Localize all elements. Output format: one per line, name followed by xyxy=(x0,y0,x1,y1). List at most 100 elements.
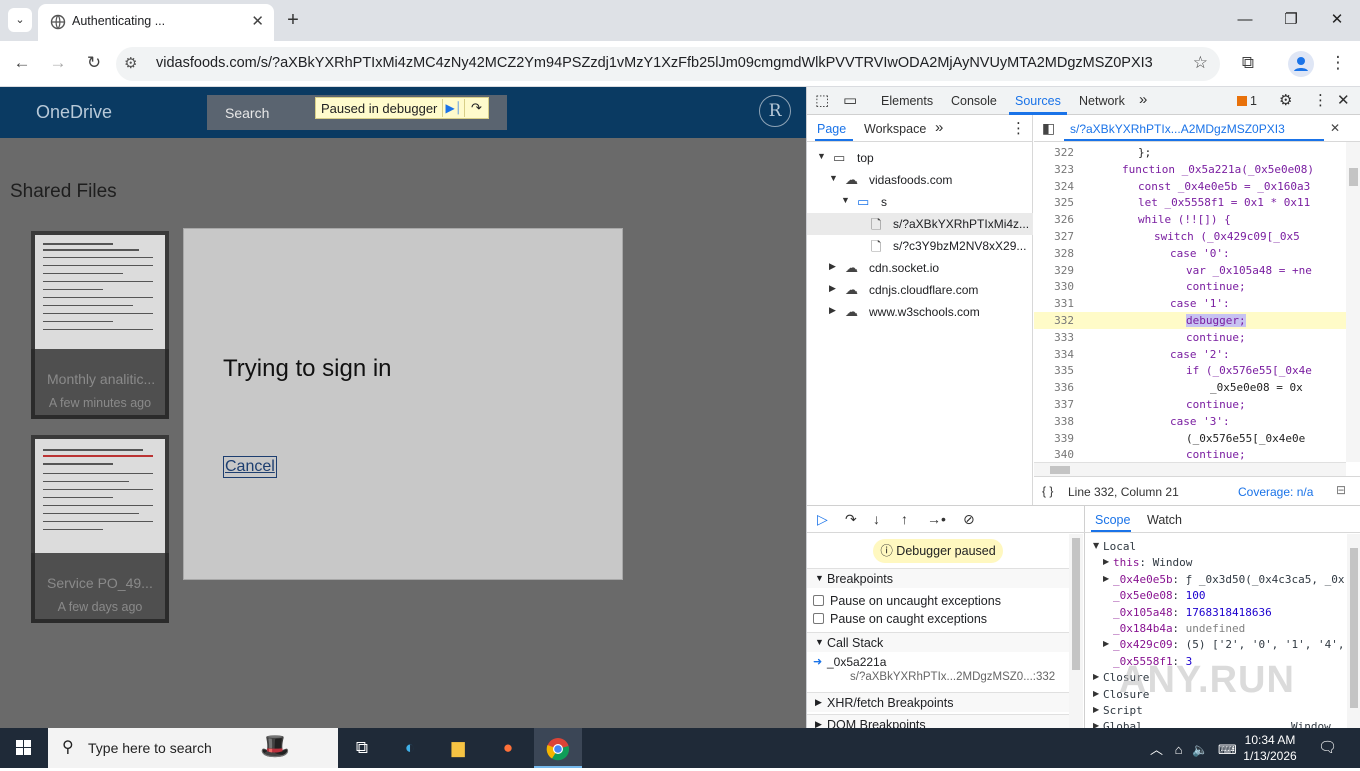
toggle-navigator-icon[interactable]: ◧ xyxy=(1042,120,1055,137)
browser-tab[interactable]: Authenticating ... ✕ xyxy=(38,4,274,41)
tree-item-file[interactable]: 🗋 s/?c3Y9bzM2NV8xX29... xyxy=(807,235,1033,257)
back-button[interactable]: ← xyxy=(8,49,36,77)
taskbar-clock[interactable]: 10:34 AM 1/13/2026 xyxy=(1232,732,1308,764)
line-number[interactable]: 330 xyxy=(1034,280,1074,293)
tab-watch[interactable]: Watch xyxy=(1147,513,1182,527)
code-line[interactable]: 334 case '2': xyxy=(1034,346,1346,363)
forward-button[interactable]: → xyxy=(44,49,72,77)
profile-avatar[interactable] xyxy=(1288,51,1314,77)
onedrive-logo[interactable]: OneDrive xyxy=(36,102,112,123)
scroll-thumb[interactable] xyxy=(1349,168,1358,186)
firefox-icon[interactable]: ● xyxy=(484,728,532,768)
volume-icon[interactable]: 🔈 xyxy=(1192,742,1208,757)
address-bar[interactable]: ⚙ vidasfoods.com/s/?aXBkYXRhPTIxMi4zMC4z… xyxy=(116,47,1220,81)
navigator-menu-icon[interactable]: ⋮ xyxy=(1011,119,1026,137)
taskbar-search-input[interactable]: ⚲ Type here to search 🎩 xyxy=(48,728,338,768)
scroll-thumb[interactable] xyxy=(1350,548,1358,708)
line-number[interactable]: 328 xyxy=(1034,247,1074,260)
xhr-breakpoints-section[interactable]: ▶ XHR/fetch Breakpoints xyxy=(807,692,1069,712)
code-line[interactable]: 326 while (!![]) { xyxy=(1034,211,1346,228)
line-number[interactable]: 326 xyxy=(1034,213,1074,226)
reload-button[interactable]: ↻ xyxy=(80,49,108,77)
tree-item-domain[interactable]: ▶ ☁ cdnjs.cloudflare.com xyxy=(807,279,1033,301)
code-line[interactable]: 338 case '3': xyxy=(1034,413,1346,430)
resume-icon[interactable]: ▶⏐ xyxy=(442,99,464,117)
settings-gear-icon[interactable]: ⚙ xyxy=(1279,91,1292,109)
call-stack-section[interactable]: ▼ Call Stack xyxy=(807,632,1069,652)
tree-item-top[interactable]: ▼ ▭ top xyxy=(807,147,1033,169)
code-editor[interactable]: 322}; 323 function _0x5a221a(_0x5e0e08) 324… xyxy=(1034,142,1346,462)
breakpoints-section[interactable]: ▼ Breakpoints xyxy=(807,568,1069,588)
line-number[interactable]: 324 xyxy=(1034,180,1074,193)
window-close-button[interactable]: ✕ xyxy=(1314,6,1360,34)
file-card[interactable]: Monthly analitic... A few minutes ago xyxy=(31,231,169,419)
scroll-thumb[interactable] xyxy=(1050,466,1070,474)
inspect-element-icon[interactable]: ⬚ xyxy=(815,91,829,109)
notification-icon[interactable]: 🗨 xyxy=(1318,738,1337,756)
vertical-scrollbar[interactable] xyxy=(1347,534,1360,729)
line-number[interactable]: 329 xyxy=(1034,264,1074,277)
scope-entry[interactable]: ▶ Script xyxy=(1085,702,1347,718)
tree-item-file[interactable]: 🗋 s/?aXBkYXRhPTIxMi4z... xyxy=(807,213,1033,235)
bookmark-star-icon[interactable]: ☆ xyxy=(1193,53,1208,73)
step-out-icon[interactable]: ↑ xyxy=(901,511,908,527)
maximize-button[interactable]: ❐ xyxy=(1268,6,1314,34)
scope-entry[interactable]: ▶ _0x4e0e5b ƒ _0x3d50(_0x4c3ca5, _0x: xyxy=(1085,571,1347,587)
scope-entry[interactable]: _0x184b4a undefined: xyxy=(1085,620,1347,636)
coverage-status[interactable]: Coverage: n/a xyxy=(1238,485,1313,499)
scope-entry[interactable]: ▶ this Window: xyxy=(1085,554,1347,570)
scope-entry[interactable]: ▼ Local xyxy=(1085,538,1347,554)
file-explorer-icon[interactable]: ▆ xyxy=(434,728,482,768)
new-tab-button[interactable]: + xyxy=(282,9,304,31)
step-into-icon[interactable]: ↓ xyxy=(873,511,880,527)
edge-icon[interactable]: ◐ xyxy=(386,728,434,768)
pause-caught-checkbox[interactable]: Pause on caught exceptions xyxy=(813,612,987,626)
resume-icon[interactable]: ▷ xyxy=(817,511,828,528)
line-number[interactable]: 339 xyxy=(1034,432,1074,445)
code-line[interactable]: 340 continue; xyxy=(1034,446,1346,462)
line-number[interactable]: 327 xyxy=(1034,230,1074,243)
code-line[interactable]: 327 switch (_0x429c09[_0x5 xyxy=(1034,228,1346,245)
step-over-icon[interactable]: ↷ xyxy=(464,99,488,117)
task-view-icon[interactable]: ⧉ xyxy=(338,728,386,768)
tray-chevron-icon[interactable]: ︿ xyxy=(1150,742,1163,757)
avatar[interactable]: R xyxy=(759,95,791,127)
chrome-taskbar-icon[interactable] xyxy=(534,728,582,768)
line-number[interactable]: 337 xyxy=(1034,398,1074,411)
tab-close-icon[interactable]: ✕ xyxy=(251,12,264,30)
code-line[interactable]: 336 _0x5e0e08 = 0x xyxy=(1034,379,1346,396)
line-number[interactable]: 333 xyxy=(1034,331,1074,344)
site-info-icon[interactable]: ⚙ xyxy=(124,54,137,72)
tree-item-domain[interactable]: ▶ ☁ www.w3schools.com xyxy=(807,301,1033,323)
line-number[interactable]: 332 xyxy=(1034,314,1074,327)
extensions-icon[interactable]: ⧉ xyxy=(1234,49,1262,77)
line-number[interactable]: 325 xyxy=(1034,196,1074,209)
line-number[interactable]: 336 xyxy=(1034,381,1074,394)
tab-sources[interactable]: Sources xyxy=(1015,94,1061,108)
vertical-scrollbar[interactable] xyxy=(1346,142,1360,462)
code-line[interactable]: 328 case '0': xyxy=(1034,245,1346,262)
chrome-menu-icon[interactable]: ⋮ xyxy=(1324,49,1352,77)
scope-entry[interactable]: ▶ _0x429c09 (5) ['2', '0', '1', '4',: xyxy=(1085,636,1347,652)
code-line[interactable]: 337 continue; xyxy=(1034,396,1346,413)
pause-uncaught-checkbox[interactable]: Pause on uncaught exceptions xyxy=(813,594,1001,608)
code-line[interactable]: 330 continue; xyxy=(1034,278,1346,295)
line-number[interactable]: 322 xyxy=(1034,146,1074,159)
device-toolbar-icon[interactable]: ▭ xyxy=(843,91,857,109)
code-line[interactable]: 322}; xyxy=(1034,144,1346,161)
code-line[interactable]: 329 var _0x105a48 = +ne xyxy=(1034,262,1346,279)
minimize-button[interactable]: — xyxy=(1222,6,1268,34)
tree-item-domain[interactable]: ▼ ☁ vidasfoods.com xyxy=(807,169,1033,191)
tab-network[interactable]: Network xyxy=(1079,94,1125,108)
tab-workspace[interactable]: Workspace xyxy=(864,122,926,136)
devtools-menu-icon[interactable]: ⋮ xyxy=(1313,91,1328,109)
devtools-close-icon[interactable]: ✕ xyxy=(1337,91,1350,109)
line-number[interactable]: 338 xyxy=(1034,415,1074,428)
network-icon[interactable]: ⌂ xyxy=(1175,742,1183,757)
vertical-scrollbar[interactable] xyxy=(1069,534,1083,729)
tab-scope[interactable]: Scope xyxy=(1095,513,1130,527)
code-line[interactable]: 333 continue; xyxy=(1034,329,1346,346)
more-tabs-icon[interactable]: » xyxy=(1139,91,1147,108)
pretty-print-icon[interactable]: { } xyxy=(1042,484,1053,498)
line-number[interactable]: 331 xyxy=(1034,297,1074,310)
